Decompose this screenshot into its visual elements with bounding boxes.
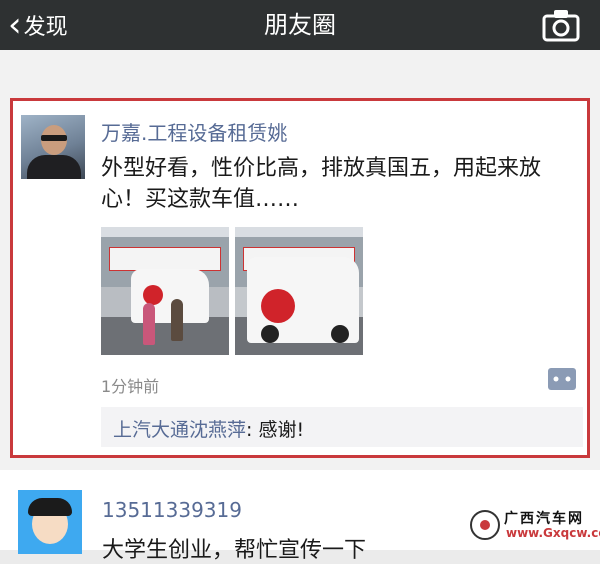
sunglasses-icon bbox=[41, 135, 67, 141]
post-author[interactable]: 万嘉.工程设备租赁姚 bbox=[101, 117, 287, 146]
avatar-body bbox=[27, 155, 81, 179]
comment-line: 上汽大通沈燕萍: 感谢! bbox=[113, 415, 304, 442]
comment-separator: : bbox=[246, 419, 259, 441]
comment-icon[interactable] bbox=[547, 367, 577, 391]
comment-author[interactable]: 上汽大通沈燕萍 bbox=[113, 419, 246, 441]
person-figure bbox=[171, 299, 183, 341]
watermark-logo-icon bbox=[470, 510, 500, 540]
wheel bbox=[331, 325, 349, 343]
avatar[interactable] bbox=[21, 115, 85, 179]
page-title: 朋友圈 bbox=[264, 11, 336, 39]
person-figure bbox=[143, 303, 155, 345]
post-timestamp: 1分钟前 bbox=[101, 377, 160, 396]
ribbon-icon bbox=[261, 289, 295, 323]
navigation-bar: ‹ 发现 朋友圈 bbox=[0, 0, 600, 50]
avatar-hair bbox=[28, 498, 72, 516]
avatar[interactable] bbox=[18, 490, 82, 554]
comment-text: 感谢! bbox=[258, 419, 305, 441]
watermark: 广西汽车网 www.Gxqcw.com bbox=[466, 506, 600, 544]
comment-section: 上汽大通沈燕萍: 感谢! bbox=[101, 407, 583, 447]
moment-post: 万嘉.工程设备租赁姚 外型好看，性价比高，排放真国五，用起来放心！买这款车值……… bbox=[10, 98, 590, 458]
camera-icon[interactable] bbox=[542, 8, 580, 42]
post-author[interactable]: 13511339319 bbox=[102, 498, 242, 522]
post-text: 大学生创业，帮忙宣传一下 bbox=[102, 538, 367, 563]
photo-sign bbox=[109, 247, 221, 271]
wheel bbox=[261, 325, 279, 343]
ribbon-icon bbox=[143, 285, 163, 305]
watermark-url: www.Gxqcw.com bbox=[506, 526, 600, 540]
post-photo-1[interactable] bbox=[101, 227, 229, 355]
watermark-title: 广西汽车网 bbox=[504, 511, 584, 527]
post-text: 外型好看，性价比高，排放真国五，用起来放心！买这款车值…… bbox=[101, 156, 542, 212]
post-photo-2[interactable] bbox=[235, 227, 363, 355]
